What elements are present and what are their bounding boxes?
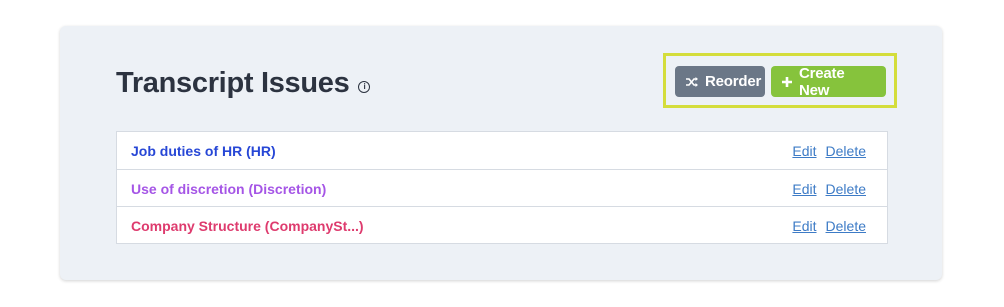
list-item: Use of discretion (Discretion) Edit Delet… (117, 169, 887, 206)
row-actions: Edit Delete (792, 143, 866, 159)
row-actions: Edit Delete (792, 218, 866, 234)
list-item: Job duties of HR (HR) Edit Delete (117, 132, 887, 169)
issue-label[interactable]: Company Structure (CompanySt...) (131, 218, 364, 234)
delete-link[interactable]: Delete (826, 218, 866, 234)
edit-link[interactable]: Edit (792, 143, 816, 159)
create-new-button[interactable]: Create New (771, 64, 886, 99)
issue-label[interactable]: Job duties of HR (HR) (131, 143, 276, 159)
reorder-label: Reorder (705, 73, 762, 90)
issues-list: Job duties of HR (HR) Edit Delete Use of … (116, 131, 888, 244)
reorder-button[interactable]: Reorder (675, 66, 765, 97)
transcript-issues-panel: Transcript Issues i Reorder Create New J… (60, 26, 942, 280)
page-title-container: Transcript Issues i (116, 67, 371, 100)
edit-link[interactable]: Edit (792, 181, 816, 197)
row-actions: Edit Delete (792, 181, 866, 197)
plus-icon (781, 76, 793, 88)
page-title: Transcript Issues (116, 67, 350, 99)
shuffle-icon (685, 76, 699, 88)
create-new-label: Create New (799, 64, 845, 99)
info-icon[interactable]: i (358, 80, 371, 93)
edit-link[interactable]: Edit (792, 218, 816, 234)
delete-link[interactable]: Delete (826, 143, 866, 159)
list-item: Company Structure (CompanySt...) Edit Del… (117, 206, 887, 243)
delete-link[interactable]: Delete (826, 181, 866, 197)
issue-label[interactable]: Use of discretion (Discretion) (131, 181, 326, 197)
